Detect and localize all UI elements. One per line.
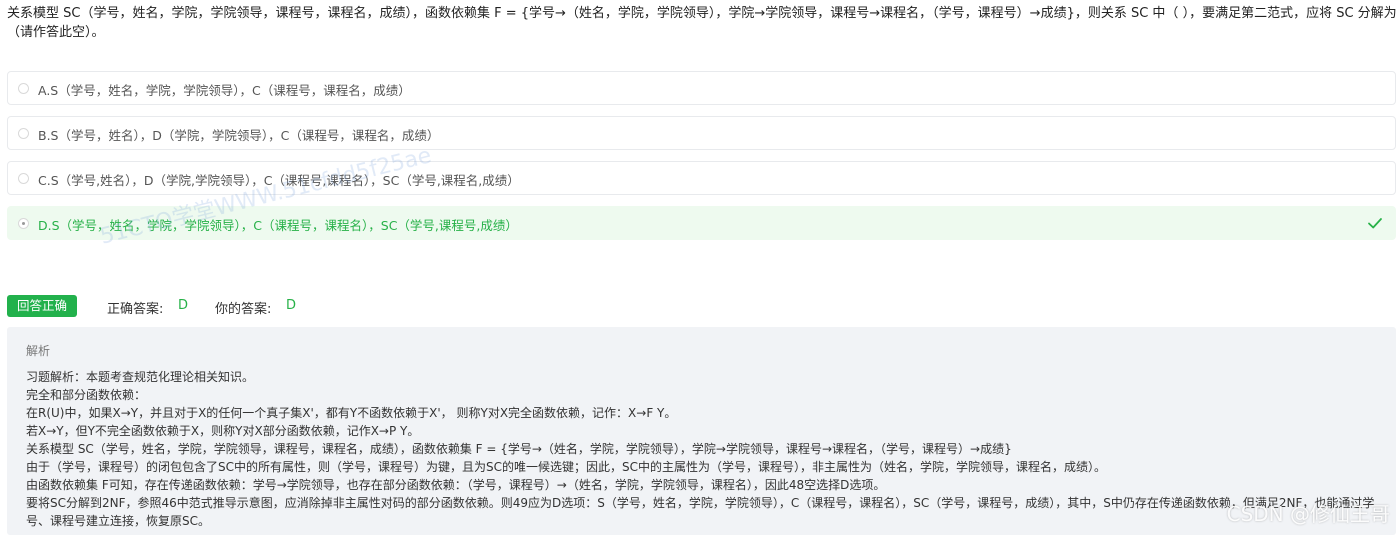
your-answer-label: 你的答案: [215, 302, 272, 317]
your-answer-value: D [286, 298, 297, 313]
option-d[interactable]: D.S（学号，姓名，学院，学院领导），C（课程号，课程名），SC（学号,课程号,… [7, 206, 1396, 240]
analysis-line: 要将SC分解到2NF，参照46中范式推导示意图，应消除掉非主属性对码的部分函数依… [26, 496, 1375, 528]
correct-answer-label: 正确答案: [107, 302, 164, 317]
option-b[interactable]: B.S（学号，姓名），D（学院，学院领导），C（课程号，课程名，成绩） [7, 116, 1396, 150]
option-d-radio[interactable] [18, 218, 29, 229]
option-b-radio[interactable] [18, 128, 29, 139]
option-a[interactable]: A.S（学号，姓名，学院，学院领导），C（课程号，课程名，成绩） [7, 71, 1396, 105]
question-text: 关系模型 SC（学号，姓名，学院，学院领导，课程号，课程名，成绩），函数依赖集 … [7, 6, 1397, 40]
analysis-line: 习题解析：本题考查规范化理论相关知识。 [26, 370, 255, 384]
analysis-line: 若X→Y，但Y不完全函数依赖于X，则称Y对X部分函数依赖，记作X→P Y。 [26, 424, 420, 438]
csdn-watermark: CSDN @修仙王哥 [1226, 502, 1390, 526]
result-row: 回答正确 正确答案: D 你的答案: D [7, 295, 707, 318]
option-a-label: A.S（学号，姓名，学院，学院领导），C（课程号，课程名，成绩） [38, 83, 411, 98]
analysis-line: 在R(U)中，如果X→Y，并且对于X的任何一个真子集X'，都有Y不函数依赖于X'… [26, 406, 677, 420]
analysis-line: 完全和部分函数依赖： [26, 388, 147, 402]
analysis-title: 解析 [26, 344, 51, 358]
option-c[interactable]: C.S（学号,姓名），D（学院,学院领导），C（课程号,课程名），SC（学号,课… [7, 161, 1396, 195]
analysis-line: 由于（学号，课程号）的闭包包含了SC中的所有属性，则（学号，课程号）为键，且为S… [26, 460, 1106, 474]
option-b-label: B.S（学号，姓名），D（学院，学院领导），C（课程号，课程名，成绩） [38, 128, 440, 143]
option-d-label: D.S（学号，姓名，学院，学院领导），C（课程号，课程名），SC（学号,课程号,… [38, 218, 518, 233]
check-icon [1368, 218, 1382, 229]
answer-status-badge: 回答正确 [7, 295, 78, 317]
option-c-radio[interactable] [18, 173, 29, 184]
option-c-label: C.S（学号,姓名），D（学院,学院领导），C（课程号,课程名），SC（学号,课… [38, 173, 520, 188]
analysis-body: 习题解析：本题考查规范化理论相关知识。 完全和部分函数依赖： 在R(U)中，如果… [26, 368, 1391, 530]
correct-answer-value: D [178, 298, 189, 313]
analysis-line: 关系模型 SC（学号，姓名，学院，学院领导，课程号，课程名，成绩），函数依赖集 … [26, 442, 1012, 456]
analysis-line: 由函数依赖集 F可知，存在传递函数依赖：学号→学院领导，也存在部分函数依赖：（学… [26, 478, 886, 492]
option-a-radio[interactable] [18, 83, 29, 94]
analysis-panel: 解析 习题解析：本题考查规范化理论相关知识。 完全和部分函数依赖： 在R(U)中… [7, 327, 1396, 535]
